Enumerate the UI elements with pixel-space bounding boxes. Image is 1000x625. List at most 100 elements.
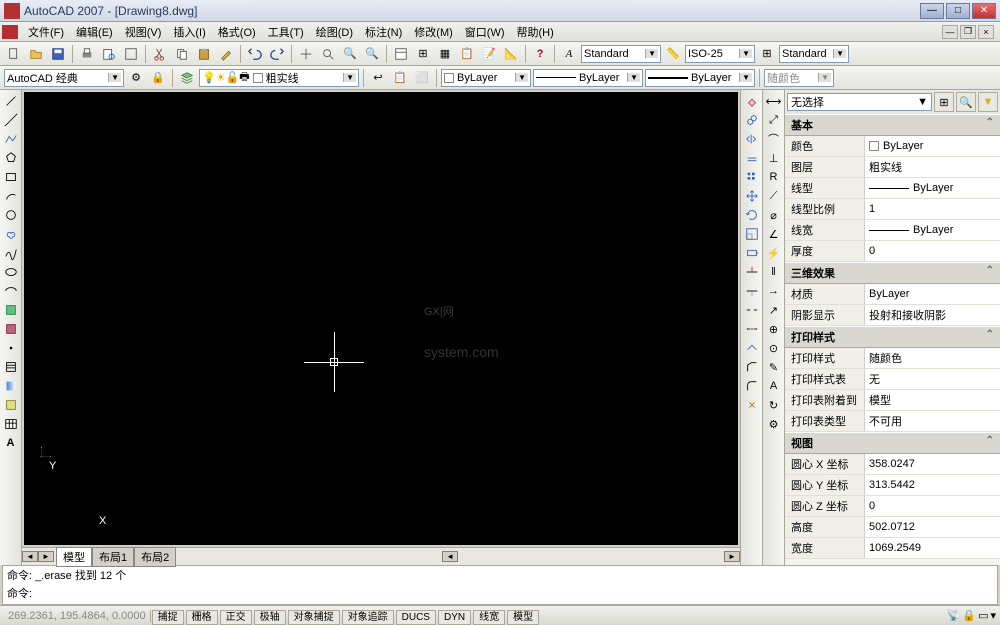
dim-diameter-icon[interactable]: ⌀ [764, 206, 784, 224]
menu-item[interactable]: 编辑(E) [70, 25, 119, 41]
maximize-button[interactable]: □ [946, 3, 970, 19]
point-icon[interactable] [1, 339, 21, 357]
fillet-icon[interactable] [742, 377, 762, 395]
dim-edit-icon[interactable]: ✎ [764, 358, 784, 376]
markup-icon[interactable]: 📝 [479, 44, 499, 64]
doc-close-button[interactable]: × [978, 25, 994, 39]
pan-icon[interactable] [296, 44, 316, 64]
close-button[interactable]: ✕ [972, 3, 996, 19]
properties-icon[interactable] [391, 44, 411, 64]
break-split-icon[interactable] [742, 301, 762, 319]
erase-icon[interactable] [742, 92, 762, 110]
mirror-icon[interactable] [742, 130, 762, 148]
hscroll-right[interactable]: ► [724, 551, 740, 562]
layer-combo[interactable]: 💡 ☀ 🔓 🖶 粗实线 ▼ [199, 69, 359, 87]
menu-item[interactable]: 格式(O) [212, 25, 262, 41]
dim-aligned-icon[interactable]: ⤢ [764, 111, 784, 129]
props-value[interactable]: 0 [865, 241, 1000, 261]
status-toggle[interactable]: DYN [438, 610, 471, 625]
status-toggle[interactable]: 对象追踪 [342, 610, 394, 625]
circle-icon[interactable] [1, 206, 21, 224]
ellipse-icon[interactable] [1, 263, 21, 281]
menu-item[interactable]: 窗口(W) [459, 25, 511, 41]
dim-jog-icon[interactable]: ⟋ [764, 187, 784, 205]
props-value[interactable]: ByLayer [865, 178, 1000, 198]
gradient-icon[interactable] [1, 377, 21, 395]
props-value[interactable]: ByLayer [865, 220, 1000, 240]
copy-icon[interactable] [172, 44, 192, 64]
matchprop-icon[interactable] [216, 44, 236, 64]
dim-update-icon[interactable]: ↻ [764, 396, 784, 414]
preview-icon[interactable] [99, 44, 119, 64]
workspace-lock-icon[interactable]: 🔒 [148, 68, 168, 88]
dim-style-icon[interactable]: ⚙ [764, 415, 784, 433]
minimize-button[interactable]: — [920, 3, 944, 19]
xline-icon[interactable] [1, 111, 21, 129]
dim-center-icon[interactable]: ⊙ [764, 339, 784, 357]
status-toggle[interactable]: 栅格 [186, 610, 218, 625]
workspace-combo[interactable]: AutoCAD 经典▼ [4, 69, 124, 87]
props-category-header[interactable]: 打印样式⌃ [785, 326, 1000, 348]
annotation-scale-icon[interactable]: ▭ [978, 609, 988, 622]
tablestyle-combo[interactable]: Standard▼ [779, 45, 849, 63]
rectangle-icon[interactable] [1, 168, 21, 186]
help-icon[interactable]: ? [530, 44, 550, 64]
menu-item[interactable]: 修改(M) [408, 25, 459, 41]
trim-icon[interactable] [742, 263, 762, 281]
break-icon[interactable] [742, 320, 762, 338]
zoom-icon[interactable] [318, 44, 338, 64]
props-value[interactable]: 0 [865, 496, 1000, 516]
paste-icon[interactable] [194, 44, 214, 64]
menu-item[interactable]: 视图(V) [119, 25, 168, 41]
dim-tolerance-icon[interactable]: ⊕ [764, 320, 784, 338]
lineweight-combo[interactable]: ByLayer▼ [645, 69, 755, 87]
props-value[interactable]: ByLayer [865, 284, 1000, 304]
dimstyle-combo[interactable]: ISO-25▼ [685, 45, 755, 63]
menu-item[interactable]: 工具(T) [262, 25, 310, 41]
toolpalettes-icon[interactable]: ▦ [435, 44, 455, 64]
selection-combo[interactable]: 无选择▼ [787, 93, 932, 111]
revcloud-icon[interactable] [1, 225, 21, 243]
status-toggle[interactable]: 极轴 [254, 610, 286, 625]
props-value[interactable]: 1069.2549 [865, 538, 1000, 558]
dim-angular-icon[interactable]: ∠ [764, 225, 784, 243]
ellipse-arc-icon[interactable] [1, 282, 21, 300]
command-window[interactable]: 命令: _.erase 找到 12 个 命令: [2, 565, 998, 605]
menu-item[interactable]: 标注(N) [359, 25, 408, 41]
cut-icon[interactable] [150, 44, 170, 64]
tab-scroll-right[interactable]: ► [38, 551, 54, 562]
mtext-icon[interactable]: A [1, 434, 21, 452]
join-icon[interactable] [742, 339, 762, 357]
doc-restore-button[interactable]: ❐ [960, 25, 976, 39]
textstyle-icon[interactable]: A [559, 44, 579, 64]
props-value[interactable]: 模型 [865, 390, 1000, 410]
dim-baseline-icon[interactable]: ‖ [764, 263, 784, 281]
hscroll-left[interactable]: ◄ [442, 551, 458, 562]
props-category-header[interactable]: 基本⌃ [785, 114, 1000, 136]
print-icon[interactable] [77, 44, 97, 64]
open-icon[interactable] [26, 44, 46, 64]
plotstyle-combo[interactable]: 随颜色▼ [764, 69, 834, 87]
stretch-icon[interactable] [742, 244, 762, 262]
status-toggle[interactable]: 线宽 [473, 610, 505, 625]
props-value[interactable]: 粗实线 [865, 157, 1000, 177]
menu-item[interactable]: 帮助(H) [511, 25, 560, 41]
menu-item[interactable]: 文件(F) [22, 25, 70, 41]
spline-icon[interactable] [1, 244, 21, 262]
status-toggle[interactable]: 对象捕捉 [288, 610, 340, 625]
dim-quick-icon[interactable]: ⚡ [764, 244, 784, 262]
menu-item[interactable]: 绘图(D) [310, 25, 359, 41]
hatch-icon[interactable] [1, 358, 21, 376]
dim-radius-icon[interactable]: R [764, 168, 784, 186]
color-combo[interactable]: ByLayer▼ [441, 69, 531, 87]
props-value[interactable]: 313.5442 [865, 475, 1000, 495]
comm-center-icon[interactable]: 📡 [947, 609, 961, 622]
props-value[interactable]: 无 [865, 369, 1000, 389]
scale-icon[interactable] [742, 225, 762, 243]
coords-display[interactable]: 269.2361, 195.4864, 0.0000 [4, 610, 151, 622]
save-icon[interactable] [48, 44, 68, 64]
zoom-window-icon[interactable]: 🔍 [340, 44, 360, 64]
offset-icon[interactable] [742, 149, 762, 167]
polygon-icon[interactable] [1, 149, 21, 167]
quickselect-icon[interactable]: 🔍 [956, 92, 976, 112]
